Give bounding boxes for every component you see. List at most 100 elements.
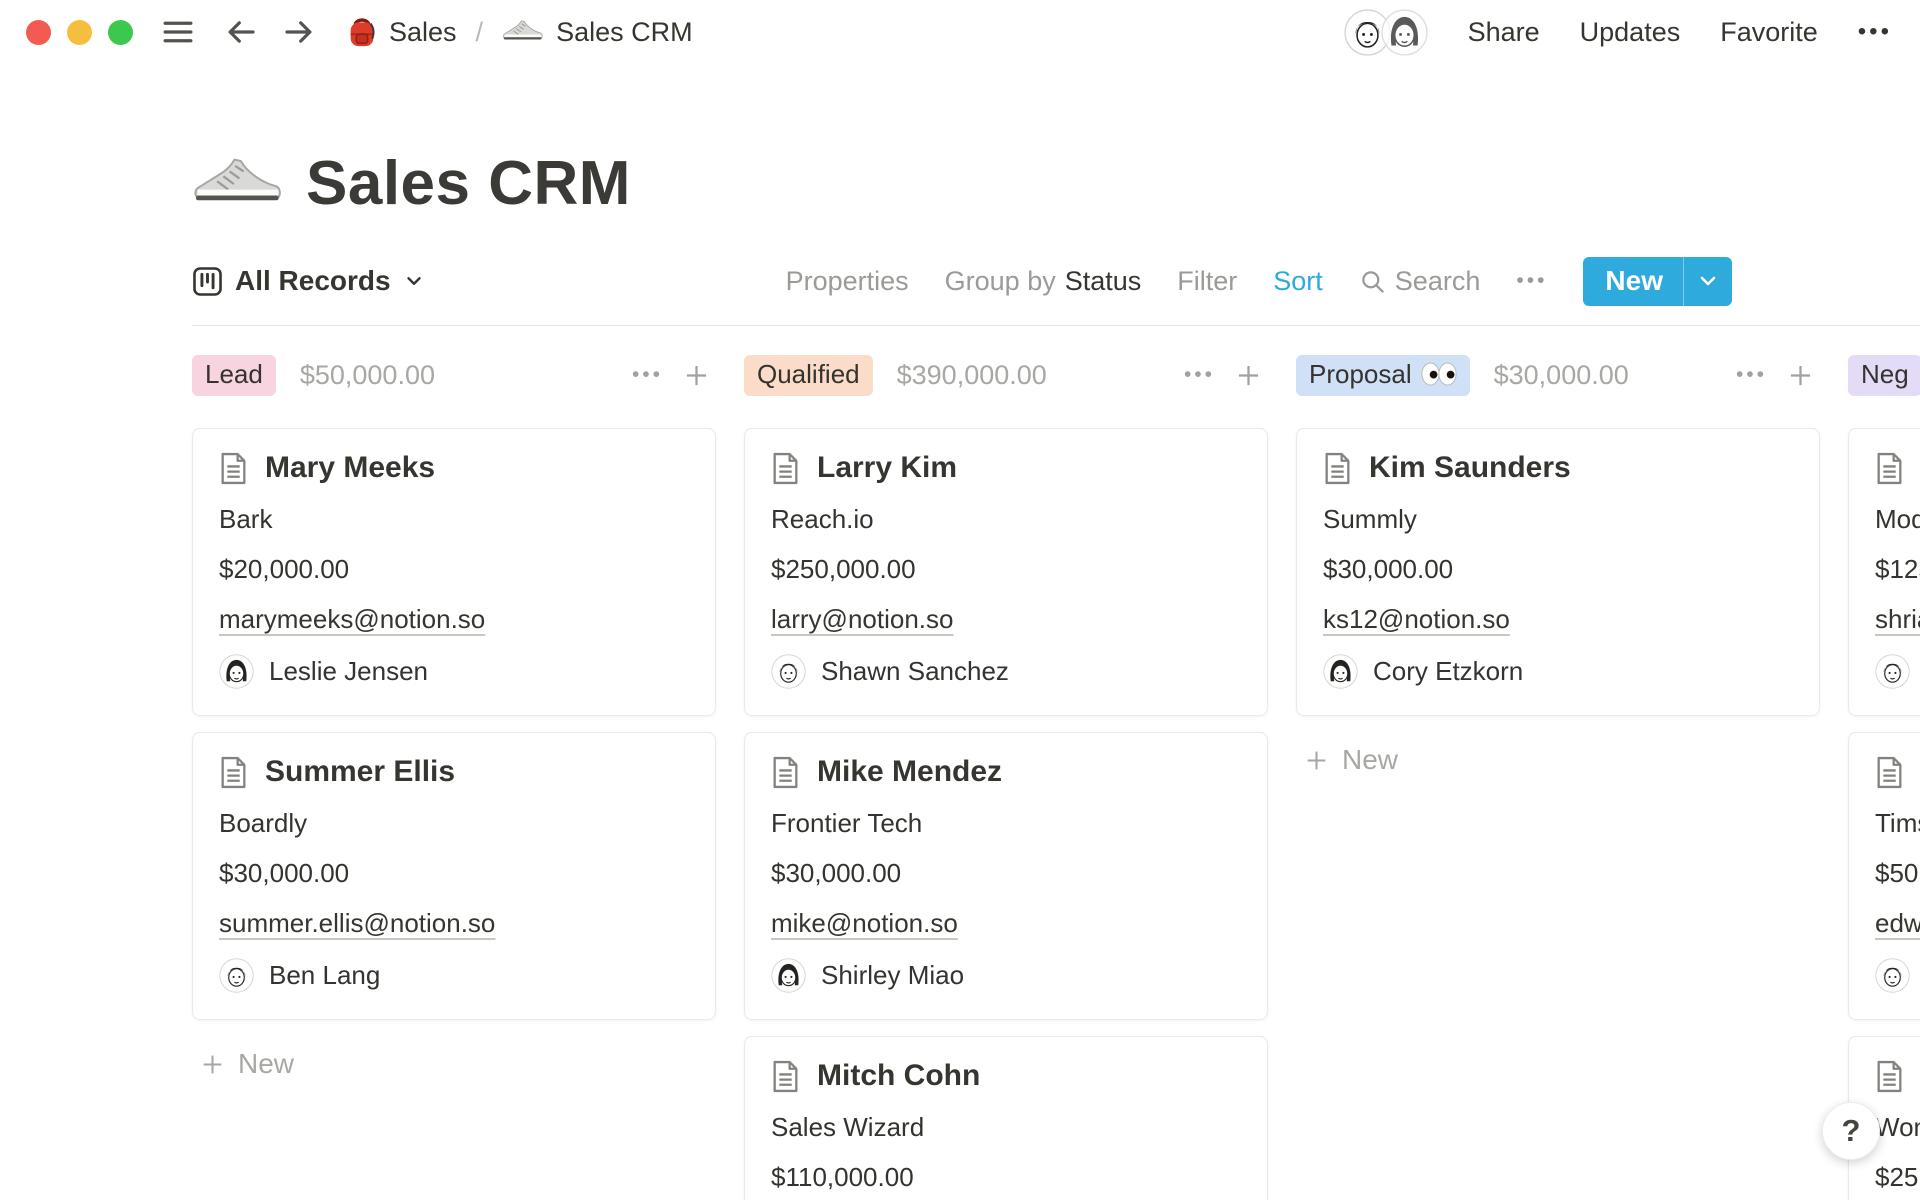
card-email-link[interactable]: mike@notion.so (771, 908, 958, 938)
person-avatar (219, 958, 254, 993)
add-card-label: New (238, 1048, 294, 1080)
column-more-icon[interactable]: ••• (1184, 363, 1215, 387)
card-company: Tims (1875, 808, 1920, 839)
person-name: Leslie Jensen (269, 656, 428, 687)
page-icon (771, 452, 800, 485)
card-value: $125, (1875, 554, 1920, 585)
column-more-icon[interactable]: ••• (632, 363, 663, 387)
new-dropdown-button[interactable] (1683, 257, 1732, 306)
view-toolbar: All Records Properties Group by Status F… (192, 257, 1732, 305)
record-card-larry-kim[interactable]: Larry Kim Reach.io $250,000.00 larry@not… (744, 428, 1268, 716)
backpack-icon (347, 15, 377, 49)
card-email-link[interactable]: larry@notion.so (771, 604, 953, 634)
help-button[interactable]: ? (1822, 1102, 1880, 1160)
person-avatar (771, 958, 806, 993)
card-company: Mode (1875, 504, 1920, 535)
add-card-label: New (1342, 744, 1398, 776)
breadcrumb-item-sales[interactable]: Sales (347, 15, 457, 49)
column-header: Neg (1848, 356, 1920, 394)
column-sum: $50,000.00 (300, 360, 435, 391)
page-icon (1875, 756, 1904, 789)
filter-button[interactable]: Filter (1177, 266, 1237, 297)
column-add-icon[interactable] (1787, 362, 1814, 389)
window-more-icon[interactable]: ••• (1858, 18, 1892, 46)
add-card-button[interactable]: New (1296, 744, 1820, 776)
toolbar-divider (192, 325, 1920, 326)
record-card-mitch-cohn[interactable]: Mitch Cohn Sales Wizard $110,000.00 mitc… (744, 1036, 1268, 1200)
card-title: Larry Kim (817, 451, 957, 485)
page-icon (219, 756, 248, 789)
status-badge-qualified[interactable]: Qualified (744, 355, 873, 396)
plus-icon (1304, 748, 1329, 773)
card-value: $25, (1875, 1162, 1920, 1193)
record-card-kim-saunders[interactable]: Kim Saunders Summly $30,000.00 ks12@noti… (1296, 428, 1820, 716)
column-add-icon[interactable] (683, 362, 710, 389)
toolbar-more-icon[interactable]: ••• (1516, 269, 1547, 293)
record-card-mike-mendez[interactable]: Mike Mendez Frontier Tech $30,000.00 mik… (744, 732, 1268, 1020)
page-icon (771, 756, 800, 789)
minimize-window-button[interactable] (67, 20, 92, 45)
record-card-summer-ellis[interactable]: Summer Ellis Boardly $30,000.00 summer.e… (192, 732, 716, 1020)
view-switcher[interactable]: All Records (192, 265, 425, 297)
person-name: Ben Lang (269, 960, 380, 991)
chevron-down-icon (403, 270, 425, 292)
record-card[interactable]: S Mode $125, shria B (1848, 428, 1920, 716)
page-title[interactable]: Sales CRM (306, 148, 631, 219)
status-badge-proposal[interactable]: Proposal (1296, 355, 1470, 396)
page-icon (219, 452, 248, 485)
updates-button[interactable]: Updates (1580, 17, 1681, 48)
board-view-icon (192, 266, 223, 297)
arrow-left-icon (225, 18, 257, 46)
breadcrumb-item-sales-crm[interactable]: Sales CRM (502, 17, 693, 48)
kanban-column-lead: Lead $50,000.00 ••• Mary Meeks Bark $20,… (192, 356, 716, 1200)
breadcrumb-label: Sales CRM (556, 17, 693, 48)
status-badge-lead[interactable]: Lead (192, 355, 276, 396)
properties-button[interactable]: Properties (786, 266, 909, 297)
record-card[interactable]: E Tims $50, edwi H (1848, 732, 1920, 1020)
forward-button[interactable] (283, 18, 315, 46)
close-window-button[interactable] (26, 20, 51, 45)
plus-icon (200, 1052, 225, 1077)
card-value: $20,000.00 (219, 554, 689, 585)
card-company: Summly (1323, 504, 1793, 535)
kanban-board: Lead $50,000.00 ••• Mary Meeks Bark $20,… (192, 356, 1920, 1200)
page-icon (1875, 1060, 1904, 1093)
group-by-value: Status (1065, 266, 1142, 297)
column-more-icon[interactable]: ••• (1736, 363, 1767, 387)
arrow-right-icon (283, 18, 315, 46)
favorite-button[interactable]: Favorite (1720, 17, 1818, 48)
status-badge-label: Proposal (1309, 359, 1412, 390)
card-title: Mitch Cohn (817, 1059, 980, 1093)
search-button[interactable]: Search (1359, 266, 1481, 297)
card-email-link[interactable]: ks12@notion.so (1323, 604, 1510, 634)
back-button[interactable] (225, 18, 257, 46)
add-card-button[interactable]: New (192, 1048, 716, 1080)
card-email-link[interactable]: marymeeks@notion.so (219, 604, 485, 634)
card-title: Mike Mendez (817, 755, 1002, 789)
card-email-link[interactable]: shria (1875, 604, 1920, 634)
breadcrumb: Sales / Sales CRM (347, 15, 693, 49)
share-button[interactable]: Share (1468, 17, 1540, 48)
column-add-icon[interactable] (1235, 362, 1262, 389)
card-company: Boardly (219, 808, 689, 839)
sidebar-toggle-button[interactable] (161, 18, 225, 46)
new-button[interactable]: New (1583, 257, 1683, 306)
kanban-column-negotiation: Neg S Mode $125, shria B E Tims $50, edw… (1848, 356, 1920, 1200)
sneaker-icon (502, 18, 544, 46)
collaborator-avatars[interactable] (1344, 9, 1428, 56)
card-company: Won (1875, 1112, 1920, 1143)
sort-button[interactable]: Sort (1273, 266, 1323, 297)
page-sneaker-icon[interactable] (192, 153, 284, 215)
page-icon (1875, 452, 1904, 485)
record-card-mary-meeks[interactable]: Mary Meeks Bark $20,000.00 marymeeks@not… (192, 428, 716, 716)
column-header: Proposal $30,000.00 ••• (1296, 356, 1820, 394)
card-email-link[interactable]: edwi (1875, 908, 1920, 938)
person-avatar (1875, 654, 1910, 689)
zoom-window-button[interactable] (108, 20, 133, 45)
card-email-link[interactable]: summer.ellis@notion.so (219, 908, 495, 938)
card-title: Summer Ellis (265, 755, 455, 789)
status-badge-negotiation[interactable]: Neg (1848, 355, 1920, 396)
page-header: Sales CRM (192, 148, 1920, 219)
group-by-button[interactable]: Group by Status (945, 266, 1142, 297)
card-company: Frontier Tech (771, 808, 1241, 839)
